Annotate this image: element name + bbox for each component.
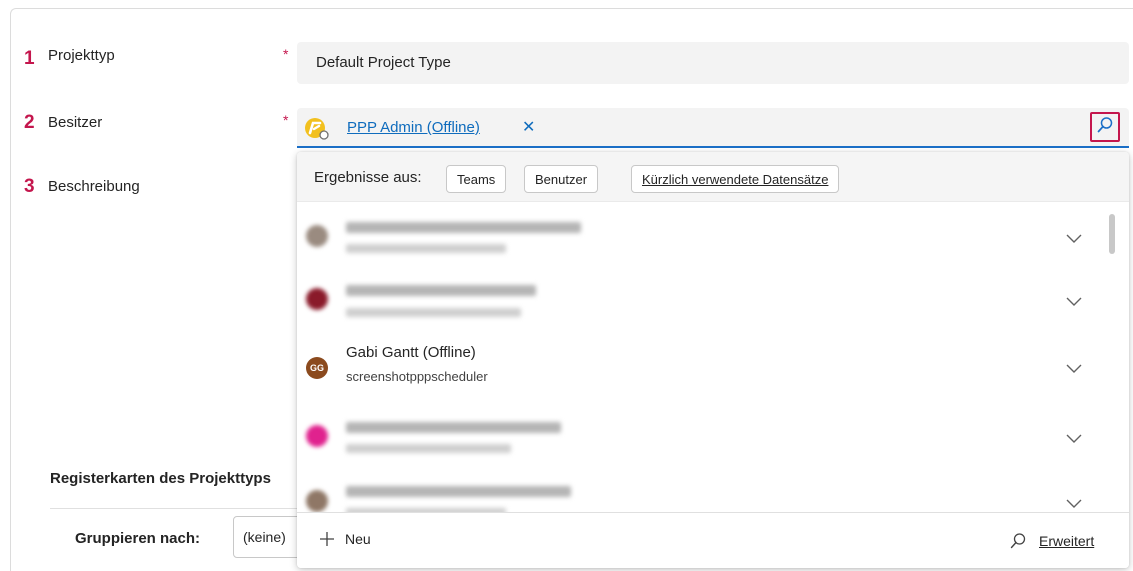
group-by-label: Gruppieren nach: <box>75 530 201 547</box>
search-icon <box>1096 116 1114 139</box>
tabs-section-title: Registerkarten des Projekttyps <box>50 470 271 487</box>
chevron-down-icon[interactable] <box>1065 295 1083 307</box>
list-item[interactable]: GG Gabi Gantt (Offline) screenshotpppsch… <box>297 338 1109 401</box>
list-item[interactable] <box>297 401 1109 464</box>
blurred-subtitle <box>346 444 511 453</box>
avatar <box>306 490 328 512</box>
filter-teams-button[interactable]: Teams <box>446 165 507 193</box>
plus-icon <box>320 532 334 546</box>
blurred-name <box>346 222 581 233</box>
user-offline-icon <box>303 116 331 142</box>
results-from-label: Ergebnisse aus: <box>314 169 422 186</box>
search-icon <box>1010 533 1026 549</box>
remove-owner-button[interactable]: ✕ <box>522 117 535 137</box>
blurred-subtitle <box>346 308 521 317</box>
field-number-2: 2 <box>24 112 35 133</box>
avatar <box>306 225 328 247</box>
field-number-1: 1 <box>24 48 35 69</box>
result-list: GG Gabi Gantt (Offline) screenshotpppsch… <box>297 202 1129 512</box>
chevron-down-icon[interactable] <box>1065 362 1083 374</box>
avatar <box>306 288 328 310</box>
avatar: GG <box>306 357 328 379</box>
filter-bar: Ergebnisse aus: Teams Benutzer Kürzlich … <box>297 152 1129 202</box>
required-marker: * <box>283 46 289 62</box>
result-subtitle: screenshotpppscheduler <box>346 369 488 384</box>
lookup-search-button[interactable] <box>1090 112 1120 142</box>
filter-users-button[interactable]: Benutzer <box>524 165 599 193</box>
required-marker: * <box>283 112 289 128</box>
lookup-dropdown: Ergebnisse aus: Teams Benutzer Kürzlich … <box>297 152 1129 568</box>
dropdown-footer: Neu Erweitert <box>297 512 1129 568</box>
scrollbar-thumb[interactable] <box>1109 214 1115 254</box>
blurred-name <box>346 285 536 296</box>
filter-recent-button[interactable]: Kürzlich verwendete Datensätze <box>631 165 840 193</box>
list-item[interactable] <box>297 202 1109 265</box>
chevron-down-icon[interactable] <box>1065 232 1083 244</box>
project-type-label: Projekttyp <box>48 47 115 64</box>
project-type-field[interactable]: Default Project Type <box>297 42 1129 84</box>
chevron-down-icon[interactable] <box>1065 497 1083 509</box>
blurred-name <box>346 486 571 497</box>
field-number-3: 3 <box>24 176 35 197</box>
blurred-name <box>346 422 561 433</box>
description-label: Beschreibung <box>48 178 140 195</box>
new-record-button[interactable]: Neu <box>319 531 371 547</box>
avatar <box>306 425 328 447</box>
blurred-subtitle <box>346 244 506 253</box>
result-name: Gabi Gantt (Offline) <box>346 344 476 361</box>
owner-label: Besitzer <box>48 114 103 131</box>
list-item[interactable] <box>297 464 1109 512</box>
list-item[interactable] <box>297 265 1109 328</box>
chevron-down-icon[interactable] <box>1065 432 1083 444</box>
advanced-lookup-label: Erweitert <box>1039 533 1095 549</box>
divider <box>50 508 297 509</box>
advanced-lookup-button[interactable]: Erweitert <box>1009 532 1094 550</box>
owner-lookup-field[interactable]: PPP Admin (Offline) ✕ <box>297 108 1129 148</box>
new-record-label: Neu <box>345 531 371 547</box>
owner-link[interactable]: PPP Admin (Offline) <box>347 119 480 136</box>
